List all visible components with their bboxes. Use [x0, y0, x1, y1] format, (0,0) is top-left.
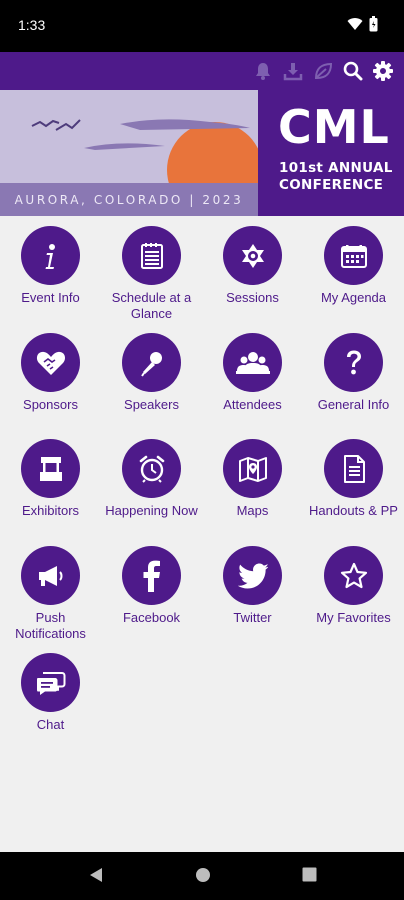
- star-icon: [324, 546, 383, 605]
- menu-tile-sponsors[interactable]: Sponsors: [0, 323, 101, 423]
- menu-label: Happening Now: [105, 503, 198, 518]
- menu-label: My Favorites: [316, 610, 391, 625]
- brand-subtitle-1: 101st ANNUAL: [279, 160, 393, 176]
- menu-tile-twitter[interactable]: Twitter: [202, 536, 303, 636]
- top-toolbar: [0, 52, 404, 90]
- menu-label: Event Info: [21, 290, 80, 305]
- nav-recents-icon[interactable]: [302, 867, 317, 887]
- conference-banner: AURORA, COLORADO | 2023 CML 101st ANNUAL…: [0, 90, 404, 216]
- menu-tile-general-info[interactable]: General Info: [303, 323, 404, 423]
- twitter-icon: [223, 546, 282, 605]
- menu-tile-my-favorites[interactable]: My Favorites: [303, 536, 404, 636]
- brand-subtitle-2: CONFERENCE: [279, 177, 384, 193]
- nav-back-icon[interactable]: [89, 867, 103, 888]
- menu-label: Attendees: [223, 397, 282, 412]
- menu-label: Sponsors: [23, 397, 78, 412]
- menu-grid: Event Info Schedule at a Glance Sessions…: [0, 216, 404, 852]
- leaf-icon[interactable]: [312, 60, 334, 82]
- menu-label: Exhibitors: [21, 503, 80, 518]
- megaphone-icon: [21, 546, 80, 605]
- menu-label: General Info: [317, 397, 390, 412]
- brand-block: CML 101st ANNUAL CONFERENCE: [258, 90, 404, 216]
- menu-label: Speakers: [124, 397, 179, 412]
- banner-location: AURORA, COLORADO | 2023: [0, 183, 258, 216]
- menu-tile-chat[interactable]: Chat: [0, 643, 101, 743]
- menu-label: Schedule at a Glance: [111, 290, 192, 321]
- menu-tile-happening-now[interactable]: Happening Now: [101, 429, 202, 529]
- menu-tile-push-notifications[interactable]: Push Notifications: [0, 536, 101, 641]
- document-icon: [324, 439, 383, 498]
- menu-label: Push Notifications: [15, 610, 86, 641]
- menu-label: My Agenda: [320, 290, 387, 305]
- menu-tile-my-agenda[interactable]: My Agenda: [303, 216, 404, 316]
- microphone-icon: [122, 333, 181, 392]
- menu-tile-facebook[interactable]: Facebook: [101, 536, 202, 636]
- menu-label: Twitter: [233, 610, 272, 625]
- calendar-icon: [324, 226, 383, 285]
- chat-icon: [21, 653, 80, 712]
- menu-tile-speakers[interactable]: Speakers: [101, 323, 202, 423]
- booth-icon: [21, 439, 80, 498]
- info-icon: [21, 226, 80, 285]
- menu-tile-sessions[interactable]: Sessions: [202, 216, 303, 316]
- people-icon: [223, 333, 282, 392]
- menu-tile-maps[interactable]: Maps: [202, 429, 303, 529]
- download-icon[interactable]: [282, 60, 304, 82]
- brand-logo-text: CML: [278, 100, 390, 154]
- menu-label: Sessions: [226, 290, 279, 305]
- alarm-clock-icon: [122, 439, 181, 498]
- status-bar: 1:33: [0, 0, 404, 52]
- schedule-icon: [122, 226, 181, 285]
- question-icon: [324, 333, 383, 392]
- menu-tile-schedule[interactable]: Schedule at a Glance: [101, 216, 202, 321]
- map-icon: [223, 439, 282, 498]
- menu-label: Facebook: [122, 610, 181, 625]
- system-nav-bar: [0, 852, 404, 900]
- menu-tile-event-info[interactable]: Event Info: [0, 216, 101, 316]
- menu-label: Maps: [236, 503, 269, 518]
- gear-icon[interactable]: [372, 60, 394, 82]
- nav-home-icon[interactable]: [195, 867, 211, 888]
- menu-tile-handouts[interactable]: Handouts & PP: [303, 429, 404, 529]
- battery-icon: [369, 16, 378, 37]
- bell-icon[interactable]: [252, 60, 274, 82]
- handshake-heart-icon: [21, 333, 80, 392]
- menu-tile-attendees[interactable]: Attendees: [202, 323, 303, 423]
- menu-tile-exhibitors[interactable]: Exhibitors: [0, 429, 101, 529]
- menu-label: Handouts & PP: [309, 503, 398, 518]
- search-icon[interactable]: [342, 60, 364, 82]
- status-time: 1:33: [18, 17, 46, 33]
- sessions-icon: [223, 226, 282, 285]
- menu-label: Chat: [36, 717, 65, 732]
- facebook-icon: [122, 546, 181, 605]
- wifi-icon: [347, 17, 363, 36]
